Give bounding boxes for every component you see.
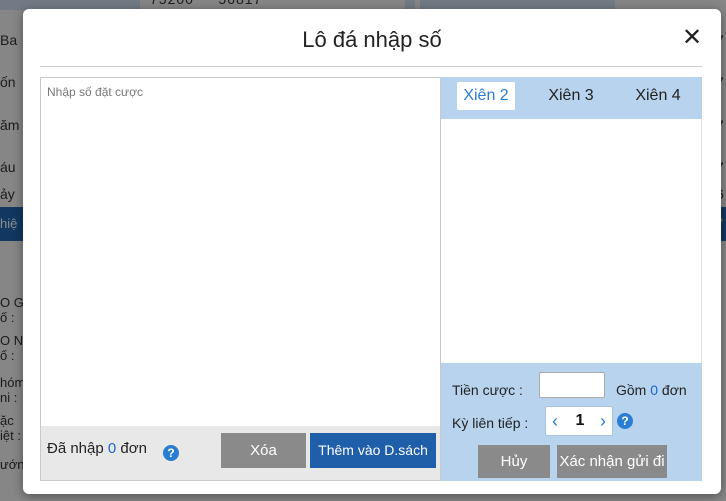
chevron-left-icon[interactable]: ‹ xyxy=(548,411,562,431)
stake-input[interactable] xyxy=(539,372,605,398)
chevron-right-icon[interactable]: › xyxy=(596,411,610,431)
xien-list xyxy=(441,119,702,363)
entry-footer: Đã nhập 0 đơn ? Xóa Thêm vào D.sách xyxy=(41,426,440,480)
add-to-list-button[interactable]: Thêm vào D.sách xyxy=(310,433,436,468)
bet-settings: Tiền cược : Gồm 0 đơn Kỳ liên tiếp : ‹ 1… xyxy=(441,363,702,481)
help-icon[interactable]: ? xyxy=(617,413,633,429)
includes-count: Gồm 0 đơn xyxy=(616,382,687,398)
bet-numbers-input[interactable] xyxy=(41,78,440,426)
clear-button[interactable]: Xóa xyxy=(221,433,306,468)
help-icon[interactable]: ? xyxy=(163,445,179,461)
entered-count: Đã nhập 0 đơn xyxy=(47,440,147,457)
consecutive-value[interactable]: 1 xyxy=(564,412,596,430)
close-icon[interactable]: ✕ xyxy=(681,26,703,50)
consecutive-stepper: ‹ 1 › xyxy=(545,406,613,436)
xien-panel: Xiên 2 Xiên 3 Xiên 4 Tiền cược : Gồm 0 đ… xyxy=(441,77,702,481)
divider xyxy=(40,66,702,67)
number-entry-panel: Đã nhập 0 đơn ? Xóa Thêm vào D.sách xyxy=(40,77,441,481)
count-suffix: đơn xyxy=(120,440,147,457)
consecutive-label: Kỳ liên tiếp : xyxy=(452,415,529,431)
tab-xien-4[interactable]: Xiên 4 xyxy=(625,82,691,110)
count-prefix: Đã nhập xyxy=(47,440,104,457)
submit-button[interactable]: Xác nhận gửi đi xyxy=(557,445,667,478)
lo-da-dialog: Lô đá nhập số ✕ Đã nhập 0 đơn ? Xóa Thêm… xyxy=(23,9,721,494)
includes-value: 0 xyxy=(650,382,659,398)
count-value: 0 xyxy=(107,440,117,457)
stake-label: Tiền cược : xyxy=(452,382,523,398)
cancel-button[interactable]: Hủy xyxy=(478,445,550,478)
xien-tabs: Xiên 2 Xiên 3 Xiên 4 xyxy=(441,77,702,119)
tab-xien-3[interactable]: Xiên 3 xyxy=(539,82,603,110)
tab-xien-2[interactable]: Xiên 2 xyxy=(457,82,515,110)
dialog-title: Lô đá nhập số xyxy=(302,27,442,52)
